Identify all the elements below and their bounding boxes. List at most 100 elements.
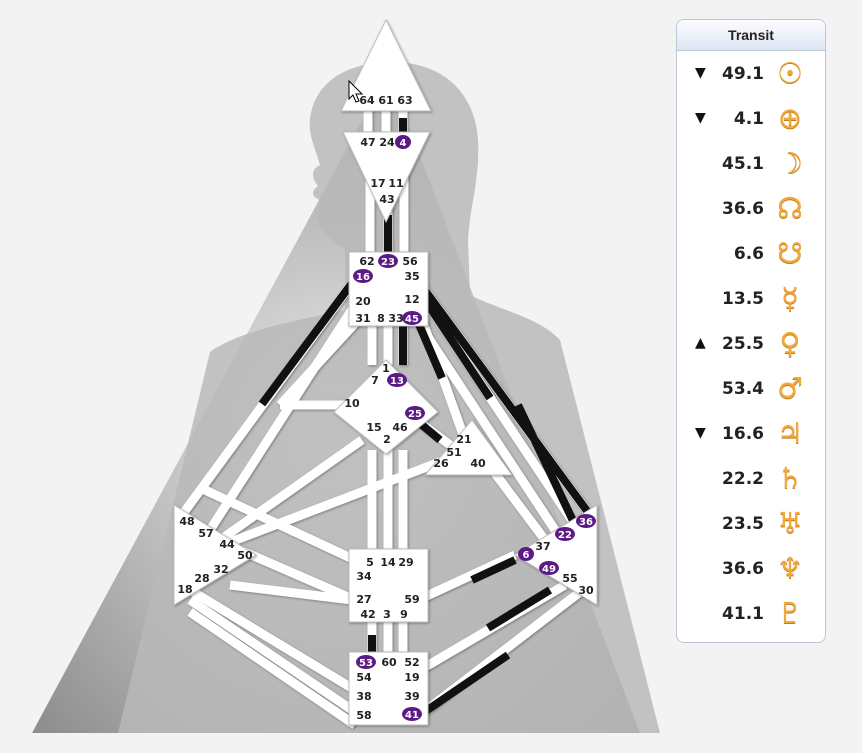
gate-label: 31 bbox=[355, 312, 370, 325]
gate-label: 57 bbox=[198, 527, 213, 540]
transit-row: 41.1 ♇ bbox=[677, 592, 825, 637]
gate-label: 62 bbox=[359, 255, 374, 268]
pluto-icon: ♇ bbox=[777, 596, 803, 630]
direction-arrow: ▼ bbox=[695, 110, 706, 126]
transit-row: 36.6 ☊ bbox=[677, 187, 825, 232]
gate-line-value: 16.6 bbox=[722, 424, 764, 444]
transit-row: 22.2 ♄ bbox=[677, 457, 825, 502]
gate-label: 56 bbox=[402, 255, 418, 268]
transit-row: 23.5 ♅ bbox=[677, 502, 825, 547]
transit-panel-title: Transit bbox=[677, 20, 825, 51]
gate-label: 15 bbox=[366, 421, 381, 434]
uranus-icon: ♅ bbox=[777, 506, 803, 540]
gate-label: 1 bbox=[382, 362, 390, 375]
gate-label: 61 bbox=[378, 94, 393, 107]
gate-label: 20 bbox=[355, 295, 371, 308]
gate-label: 38 bbox=[356, 690, 371, 703]
mercury-icon: ☿ bbox=[781, 281, 799, 315]
gate-label: 4 bbox=[400, 138, 407, 149]
transit-row: ▼ 49.1 ☉ bbox=[677, 52, 825, 97]
gate-label: 12 bbox=[404, 293, 419, 306]
gate-label: 13 bbox=[390, 376, 404, 387]
gate-label: 43 bbox=[379, 193, 394, 206]
gate-label: 50 bbox=[237, 549, 253, 562]
direction-arrow: ▼ bbox=[695, 65, 706, 81]
transit-row: ▲ 25.5 ♀ bbox=[677, 322, 825, 367]
gate-label: 35 bbox=[404, 270, 419, 283]
gate-label: 22 bbox=[558, 530, 572, 541]
gate-label: 64 bbox=[359, 94, 375, 107]
gate-label: 47 bbox=[360, 136, 375, 149]
transit-row: 6.6 ☋ bbox=[677, 232, 825, 277]
gate-label: 63 bbox=[397, 94, 412, 107]
gate-label: 16 bbox=[356, 272, 370, 283]
north-node-icon: ☊ bbox=[777, 191, 803, 225]
gate-label: 17 bbox=[370, 177, 385, 190]
jupiter-icon: ♃ bbox=[777, 416, 803, 450]
gate-label: 46 bbox=[392, 421, 408, 434]
transit-row: 53.4 ♂ bbox=[677, 367, 825, 412]
transit-row: 45.1 ☽ bbox=[677, 142, 825, 187]
gate-label: 42 bbox=[360, 608, 375, 621]
gate-label: 9 bbox=[400, 608, 408, 621]
gate-label: 19 bbox=[404, 671, 419, 684]
earth-icon: ⊕ bbox=[777, 101, 803, 135]
gate-label: 37 bbox=[535, 540, 550, 553]
direction-arrow: ▼ bbox=[695, 425, 706, 441]
direction-arrow: ▲ bbox=[695, 335, 706, 351]
transit-row: 36.6 ♆ bbox=[677, 547, 825, 592]
gate-label: 34 bbox=[356, 570, 372, 583]
moon-icon: ☽ bbox=[777, 146, 803, 180]
gate-label: 14 bbox=[380, 556, 396, 569]
south-node-icon: ☋ bbox=[777, 236, 803, 270]
gate-label: 55 bbox=[562, 572, 577, 585]
gate-label: 29 bbox=[398, 556, 413, 569]
gate-label: 28 bbox=[194, 572, 209, 585]
sun-icon: ☉ bbox=[777, 56, 803, 90]
gate-label: 60 bbox=[381, 656, 397, 669]
gate-label: 27 bbox=[356, 593, 371, 606]
gate-line-value: 36.6 bbox=[722, 559, 764, 579]
bodygraph: 64 61 63 47 24 4 17 11 43 62 23 56 16 35… bbox=[32, 18, 660, 733]
gate-label: 48 bbox=[179, 515, 194, 528]
gate-label: 58 bbox=[356, 709, 371, 722]
gate-line-value: 36.6 bbox=[722, 199, 764, 219]
gate-label: 24 bbox=[379, 136, 395, 149]
transit-row: ▼ 16.6 ♃ bbox=[677, 412, 825, 457]
gate-label: 8 bbox=[377, 312, 385, 325]
transit-panel: Transit ▼ 49.1 ☉ ▼ 4.1 ⊕ 45.1 ☽ 36.6 ☊ 6… bbox=[676, 19, 826, 643]
gate-label: 18 bbox=[177, 583, 192, 596]
gate-label: 53 bbox=[359, 658, 373, 669]
gate-label: 45 bbox=[405, 314, 419, 325]
transit-row: ▼ 4.1 ⊕ bbox=[677, 97, 825, 142]
gate-label: 39 bbox=[404, 690, 419, 703]
gate-label: 33 bbox=[388, 312, 403, 325]
gate-line-value: 4.1 bbox=[733, 109, 764, 129]
gate-label: 21 bbox=[456, 433, 471, 446]
gate-label: 32 bbox=[213, 563, 228, 576]
gate-label: 49 bbox=[542, 564, 556, 575]
gate-label: 36 bbox=[579, 517, 593, 528]
gate-line-value: 53.4 bbox=[722, 379, 764, 399]
gate-line-value: 25.5 bbox=[722, 334, 764, 354]
gate-line-value: 23.5 bbox=[722, 514, 764, 534]
gate-label: 52 bbox=[404, 656, 419, 669]
gate-label: 10 bbox=[344, 397, 360, 410]
gate-line-value: 49.1 bbox=[722, 64, 764, 84]
gate-label: 25 bbox=[408, 409, 422, 420]
gate-label: 11 bbox=[388, 177, 403, 190]
gate-label: 26 bbox=[433, 457, 449, 470]
gate-line-value: 6.6 bbox=[733, 244, 764, 264]
gate-label: 23 bbox=[381, 257, 395, 268]
venus-icon: ♀ bbox=[779, 326, 801, 360]
gate-label: 7 bbox=[371, 374, 379, 387]
gate-label: 6 bbox=[523, 550, 530, 561]
gate-label: 59 bbox=[404, 593, 419, 606]
gate-line-value: 41.1 bbox=[722, 604, 764, 624]
gate-label: 30 bbox=[578, 584, 594, 597]
gate-line-value: 45.1 bbox=[722, 154, 764, 174]
gate-line-value: 22.2 bbox=[722, 469, 764, 489]
gate-label: 41 bbox=[405, 710, 419, 721]
transit-row: 13.5 ☿ bbox=[677, 277, 825, 322]
saturn-icon: ♄ bbox=[777, 461, 803, 495]
